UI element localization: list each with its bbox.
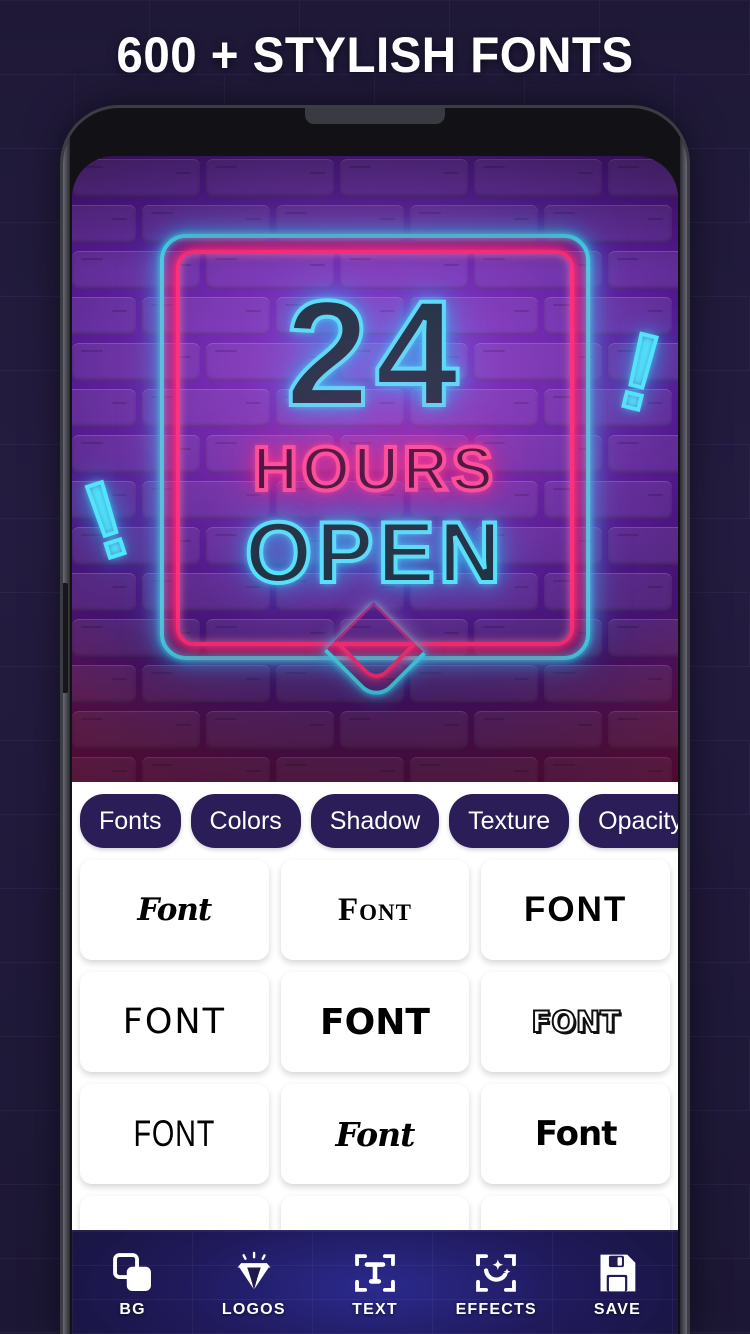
font-option-label: Font — [534, 1114, 618, 1154]
font-option-label: FONT — [530, 1004, 621, 1040]
tab-fonts[interactable]: Fonts — [80, 794, 181, 848]
font-option-label: FONT — [320, 1001, 430, 1043]
nav-item-label: EFFECTS — [455, 1300, 537, 1318]
font-option-label: Font — [337, 891, 412, 928]
phone-right-rail — [680, 108, 687, 1334]
phone-left-rail — [63, 108, 70, 1334]
font-option-label: Font — [137, 892, 212, 928]
nav-item-label: LOGOS — [221, 1300, 286, 1318]
canvas-vignette — [72, 156, 678, 782]
tab-opacity[interactable]: Opacity — [579, 794, 678, 848]
font-option-label: FONT — [122, 1002, 226, 1042]
font-option-5[interactable]: FONT — [280, 972, 470, 1072]
font-option-label: Font — [335, 1114, 416, 1154]
font-option-4[interactable]: FONT — [80, 972, 269, 1072]
phone-earpiece-notch — [305, 108, 445, 124]
style-tab-bar: Fonts Colors Shadow Texture Opacity — [72, 782, 678, 858]
nav-item-bg[interactable]: BG — [72, 1231, 193, 1334]
tab-texture[interactable]: Texture — [449, 794, 570, 848]
layers-icon — [111, 1251, 155, 1295]
nav-item-label: TEXT — [352, 1300, 398, 1318]
font-option-2[interactable]: Font — [280, 860, 470, 960]
phone-screen: 24 HOURS OPEN ! ! FontsColorsShadowTextu… — [72, 156, 678, 1334]
nav-item-effects[interactable]: EFFECTS — [436, 1231, 557, 1334]
nav-item-label: BG — [119, 1300, 146, 1318]
phone-mockup: 24 HOURS OPEN ! ! FontsColorsShadowTextu… — [63, 108, 687, 1334]
phone-side-button — [63, 583, 68, 693]
font-option-label: FONT — [133, 1113, 216, 1154]
page-title: 600 + STYLISH FONTS — [116, 27, 634, 83]
font-option-1[interactable]: Font — [80, 860, 269, 960]
text-frame-icon — [353, 1251, 397, 1295]
font-option-9[interactable]: Font — [481, 1084, 670, 1184]
design-canvas[interactable]: 24 HOURS OPEN ! ! — [72, 156, 678, 782]
bottom-navigation-bar: BG LOGOS TEXT EFFECTS SAVE — [72, 1230, 678, 1334]
editor-panel: Fonts Colors Shadow Texture Opacity Font Font… — [72, 782, 678, 1334]
nav-item-save[interactable]: SAVE — [557, 1231, 678, 1334]
nav-item-text[interactable]: TEXT — [314, 1231, 435, 1334]
font-option-8[interactable]: Font — [280, 1084, 470, 1184]
tab-colors[interactable]: Colors — [190, 794, 301, 848]
sparkle-frame-icon — [474, 1251, 518, 1295]
floppy-disk-icon — [595, 1251, 639, 1295]
tab-shadow[interactable]: Shadow — [310, 794, 440, 848]
font-option-label: FONT — [524, 890, 628, 929]
font-option-6[interactable]: FONT — [481, 972, 670, 1072]
nav-item-logos[interactable]: LOGOS — [193, 1231, 314, 1334]
nav-item-label: SAVE — [593, 1300, 641, 1318]
diamond-icon — [232, 1251, 276, 1295]
font-option-7[interactable]: FONT — [80, 1084, 269, 1184]
font-option-3[interactable]: FONT — [481, 860, 670, 960]
